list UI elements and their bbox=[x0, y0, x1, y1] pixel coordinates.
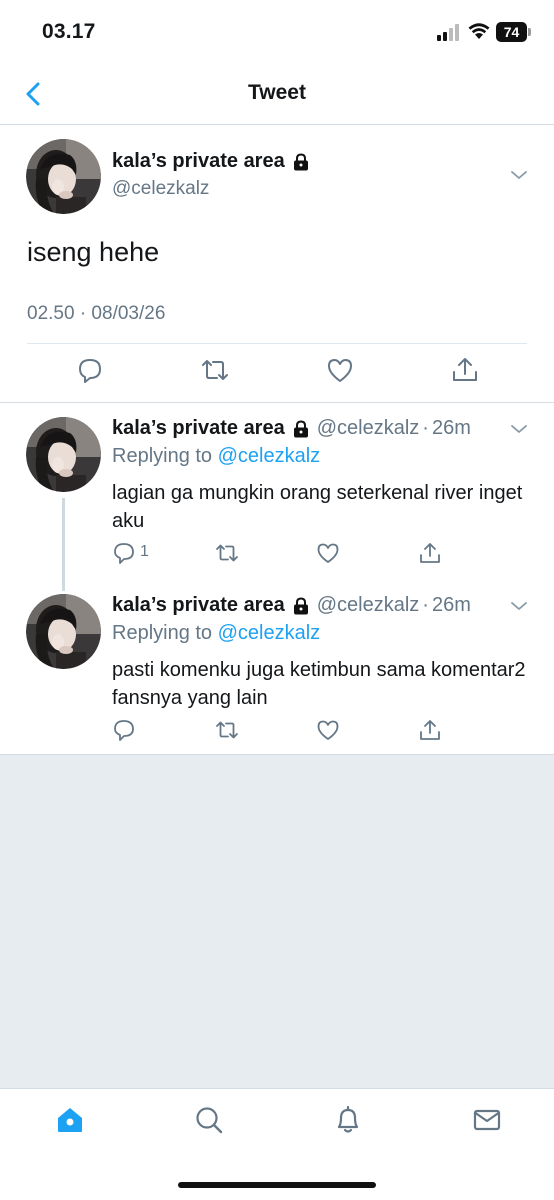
reply-icon[interactable] bbox=[112, 541, 136, 565]
search-icon[interactable] bbox=[194, 1105, 224, 1135]
status-bar: 03.17 74 bbox=[0, 0, 554, 64]
display-name[interactable]: kala’s private area bbox=[112, 417, 285, 440]
replying-prefix: Replying to bbox=[112, 622, 218, 644]
tweet-timestamp: 02.50 · 08/03/26 bbox=[27, 303, 166, 324]
lock-icon bbox=[293, 596, 308, 614]
reply-icon[interactable] bbox=[112, 718, 136, 742]
battery-nub bbox=[528, 28, 531, 36]
tweet-text: iseng hehe bbox=[27, 237, 160, 267]
reply-tweet[interactable]: kala’s private area @celezkalz · 26m Rep… bbox=[0, 403, 554, 591]
replying-to: Replying to @celezkalz bbox=[112, 622, 320, 645]
reply-text: lagian ga mungkin orang seterkenal river… bbox=[112, 482, 523, 532]
reply-time: 26m bbox=[431, 594, 471, 616]
avatar[interactable] bbox=[26, 139, 101, 214]
main-tweet[interactable]: kala’s private area @celezkalz iseng heh… bbox=[0, 125, 554, 403]
like-icon[interactable] bbox=[325, 355, 355, 385]
chevron-down-icon[interactable] bbox=[510, 169, 528, 181]
reply-icon[interactable] bbox=[75, 355, 105, 385]
share-icon[interactable] bbox=[418, 541, 442, 565]
reply-text: pasti komenku juga ketimbun sama komenta… bbox=[112, 659, 526, 709]
separator-dot: · bbox=[422, 594, 429, 616]
chevron-down-icon[interactable] bbox=[510, 423, 528, 435]
reply-header: kala’s private area @celezkalz · 26m bbox=[112, 594, 471, 617]
replying-to: Replying to @celezkalz bbox=[112, 445, 320, 468]
handle[interactable]: @celezkalz bbox=[112, 178, 209, 200]
reply-actions bbox=[0, 718, 554, 742]
notifications-icon[interactable] bbox=[333, 1105, 363, 1135]
cellular-signal-icon bbox=[437, 24, 459, 41]
like-icon[interactable] bbox=[316, 718, 340, 742]
chevron-down-icon[interactable] bbox=[510, 600, 528, 612]
reply-time: 26m bbox=[431, 417, 471, 439]
retweet-icon[interactable] bbox=[200, 355, 230, 385]
mention-link[interactable]: @celezkalz bbox=[218, 622, 321, 644]
nav-bar: Tweet bbox=[0, 64, 554, 125]
replying-prefix: Replying to bbox=[112, 445, 218, 467]
avatar[interactable] bbox=[26, 417, 101, 492]
reply-actions: 1 bbox=[0, 541, 554, 565]
reply-tweet[interactable]: kala’s private area @celezkalz · 26m Rep… bbox=[0, 580, 554, 755]
divider bbox=[27, 343, 527, 344]
share-icon[interactable] bbox=[450, 355, 480, 385]
share-icon[interactable] bbox=[418, 718, 442, 742]
retweet-icon[interactable] bbox=[215, 718, 239, 742]
lock-icon bbox=[293, 152, 308, 170]
avatar[interactable] bbox=[26, 594, 101, 669]
home-indicator bbox=[178, 1182, 376, 1188]
mention-link[interactable]: @celezkalz bbox=[218, 445, 321, 467]
battery-level: 74 bbox=[496, 22, 527, 42]
wifi-icon bbox=[468, 23, 490, 39]
separator-dot: · bbox=[422, 417, 429, 439]
like-icon[interactable] bbox=[316, 541, 340, 565]
page-title: Tweet bbox=[248, 81, 306, 104]
reply-header: kala’s private area @celezkalz · 26m bbox=[112, 417, 471, 440]
display-name-text: kala’s private area bbox=[112, 150, 285, 172]
home-icon[interactable] bbox=[55, 1105, 85, 1135]
lock-icon bbox=[293, 419, 308, 437]
display-name[interactable]: kala’s private area bbox=[112, 594, 285, 617]
display-name[interactable]: kala’s private area bbox=[112, 150, 311, 173]
reply-count: 1 bbox=[140, 543, 149, 560]
handle[interactable]: @celezkalz bbox=[317, 594, 420, 617]
messages-icon[interactable] bbox=[472, 1105, 502, 1135]
retweet-icon[interactable] bbox=[215, 541, 239, 565]
replies-list: kala’s private area @celezkalz · 26m Rep… bbox=[0, 403, 554, 755]
empty-area bbox=[0, 755, 554, 1088]
tweet-actions bbox=[0, 355, 554, 387]
handle[interactable]: @celezkalz bbox=[317, 417, 420, 440]
battery-indicator: 74 bbox=[496, 22, 532, 42]
status-time: 03.17 bbox=[42, 20, 96, 43]
